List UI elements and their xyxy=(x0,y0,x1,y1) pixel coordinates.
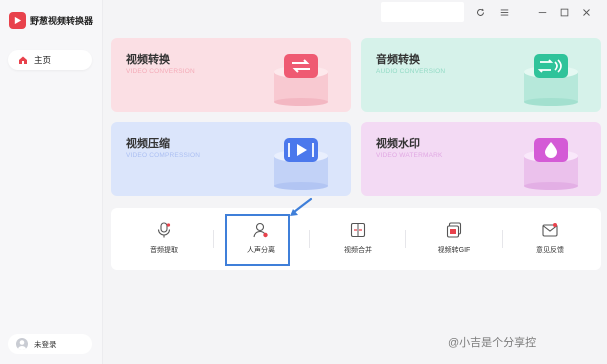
app-logo-icon xyxy=(9,12,26,29)
home-icon xyxy=(19,56,27,64)
audio-convert-icon xyxy=(524,54,578,106)
video-merge-icon xyxy=(350,222,366,238)
close-icon[interactable] xyxy=(579,5,593,19)
audio-conversion-card[interactable]: 音频转换 AUDIO CONVERSION xyxy=(361,38,601,112)
tools-panel: 音频提取 人声分离 视频合并 视频转GIF 意见反馈 xyxy=(111,208,601,270)
video-to-gif-icon xyxy=(446,222,462,238)
tool-label: 音频提取 xyxy=(150,247,178,254)
card-title: 视频压缩 xyxy=(126,138,170,150)
card-title: 视频水印 xyxy=(376,138,420,150)
card-title: 音频转换 xyxy=(376,54,420,66)
watermark-text: @小吉是个分享控 xyxy=(448,337,537,349)
sidebar-item-home[interactable]: 主页 xyxy=(8,50,92,70)
video-watermark-icon xyxy=(524,138,578,190)
feedback-icon xyxy=(542,223,558,237)
tool-feedback[interactable]: 意见反馈 xyxy=(501,208,599,270)
tool-video-merge[interactable]: 视频合并 xyxy=(309,208,407,270)
app-window: 野葱视频转换器 主页 未登录 视频转换 VIDEO CONVERSION 音频转… xyxy=(0,0,607,364)
app-name: 野葱视频转换器 xyxy=(30,16,94,26)
card-subtitle: VIDEO WATERMARK xyxy=(376,152,443,159)
maximize-icon[interactable] xyxy=(557,5,571,19)
user-status-label: 未登录 xyxy=(34,339,57,349)
refresh-icon[interactable] xyxy=(473,5,487,19)
title-bar-blank-area xyxy=(381,2,464,22)
video-watermark-card[interactable]: 视频水印 VIDEO WATERMARK xyxy=(361,122,601,196)
video-convert-icon xyxy=(274,54,328,106)
avatar-icon xyxy=(16,338,28,350)
card-subtitle: VIDEO COMPRESSION xyxy=(126,152,201,159)
video-conversion-card[interactable]: 视频转换 VIDEO CONVERSION xyxy=(111,38,351,112)
menu-icon[interactable] xyxy=(497,5,511,19)
audio-extract-icon xyxy=(157,222,171,238)
minimize-icon[interactable] xyxy=(535,5,549,19)
tool-label: 视频转GIF xyxy=(437,247,471,254)
tool-label: 意见反馈 xyxy=(536,247,564,254)
video-compression-card[interactable]: 视频压缩 VIDEO COMPRESSION xyxy=(111,122,351,196)
pointer-arrow-icon xyxy=(290,197,313,216)
card-subtitle: AUDIO CONVERSION xyxy=(376,68,446,75)
user-login-button[interactable]: 未登录 xyxy=(8,334,92,354)
card-subtitle: VIDEO CONVERSION xyxy=(126,68,195,75)
video-compress-icon xyxy=(274,138,328,190)
sidebar: 野葱视频转换器 主页 未登录 xyxy=(0,0,103,364)
tool-audio-extract[interactable]: 音频提取 xyxy=(115,208,213,270)
tool-label: 视频合并 xyxy=(344,247,372,254)
tool-video-to-gif[interactable]: 视频转GIF xyxy=(405,208,503,270)
card-title: 视频转换 xyxy=(126,54,170,66)
sidebar-item-home-label: 主页 xyxy=(34,55,52,65)
highlight-box xyxy=(225,214,290,266)
